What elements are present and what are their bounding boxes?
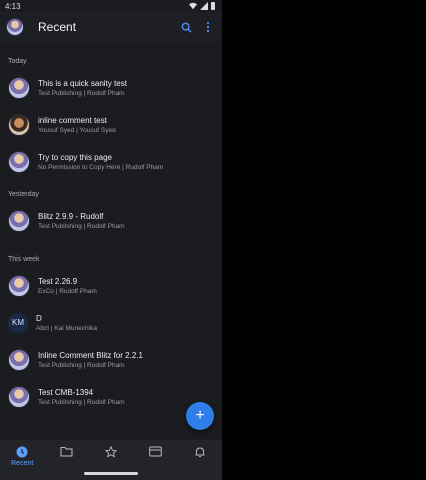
item-title: This is a quick sanity test — [38, 78, 127, 88]
home-indicator[interactable] — [84, 472, 138, 475]
tab-recent[interactable]: Recent — [2, 446, 42, 467]
clock-icon — [16, 446, 28, 458]
avatar — [8, 348, 30, 371]
avatar — [8, 385, 30, 408]
item-subtitle: Test Publishing | Rudolf Pham — [38, 89, 125, 97]
item-title: inline comment test — [38, 115, 107, 125]
bell-icon — [195, 447, 205, 457]
section-header-this-week: This week — [8, 256, 40, 263]
star-icon — [104, 446, 117, 458]
status-icons — [189, 2, 215, 10]
tab-spaces[interactable] — [47, 446, 87, 457]
card-icon — [149, 446, 162, 457]
item-title: Inline Comment Blitz for 2.2.1 — [38, 350, 143, 360]
item-subtitle: Test Publishing | Rudolf Pham — [38, 361, 125, 369]
item-title: D — [36, 313, 42, 323]
wifi-icon — [189, 2, 197, 10]
item-title: Blitz 2.9.9 - Rudolf — [38, 211, 104, 221]
folder-icon — [60, 447, 73, 457]
list-item[interactable]: Try to copy this page No Permission to C… — [0, 143, 222, 180]
cell-signal-icon — [200, 2, 208, 10]
avatar — [8, 209, 30, 232]
battery-icon — [211, 2, 215, 10]
create-fab-button[interactable]: + — [186, 402, 214, 430]
item-title: Try to copy this page — [38, 152, 112, 162]
more-vert-icon — [206, 21, 210, 33]
item-subtitle: No Permission to Copy Here | Rudolf Pham — [38, 163, 164, 171]
list-item[interactable]: Test 2.26.9 ExCo | Rudolf Pham — [0, 267, 222, 304]
search-icon — [181, 22, 192, 33]
list-item[interactable]: This is a quick sanity test Test Publish… — [0, 69, 222, 106]
app-screen: 4:13 Recent Today This is a quick sanity… — [0, 0, 222, 480]
list-item[interactable]: Inline Comment Blitz for 2.2.1 Test Publ… — [0, 341, 222, 378]
item-subtitle: Yousuf Syed | Yousuf Syed — [38, 126, 116, 134]
profile-avatar[interactable] — [6, 18, 24, 36]
more-options-button[interactable] — [200, 19, 216, 35]
plus-icon: + — [195, 407, 205, 424]
item-title: Test 2.26.9 — [38, 276, 78, 286]
search-button[interactable] — [178, 19, 194, 35]
status-time: 4:13 — [5, 1, 21, 11]
item-subtitle: Test Publishing | Rudolf Pham — [38, 398, 125, 406]
avatar — [8, 150, 30, 173]
tab-cards[interactable] — [135, 446, 175, 457]
item-subtitle: Test Publishing | Rudolf Pham — [38, 222, 125, 230]
section-header-yesterday: Yesterday — [8, 191, 39, 198]
status-bar: 4:13 — [0, 0, 222, 12]
avatar — [8, 76, 30, 99]
avatar — [8, 113, 30, 136]
app-bar: Recent — [0, 12, 222, 42]
avatar — [8, 274, 30, 297]
item-subtitle: Abct | Kai Munechika — [36, 324, 97, 332]
list-item[interactable]: KM D Abct | Kai Munechika — [0, 304, 222, 341]
list-item[interactable]: Blitz 2.9.9 - Rudolf Test Publishing | R… — [0, 202, 222, 239]
list-item[interactable]: inline comment test Yousuf Syed | Yousuf… — [0, 106, 222, 143]
page-title: Recent — [38, 20, 77, 34]
item-subtitle: ExCo | Rudolf Pham — [38, 287, 97, 295]
section-header-today: Today — [8, 58, 27, 65]
tab-saved[interactable] — [91, 446, 131, 458]
item-title: Test CMB-1394 — [38, 387, 94, 397]
tab-recent-label: Recent — [11, 460, 34, 467]
tab-notifications[interactable] — [180, 446, 220, 458]
avatar-initials: KM — [8, 312, 28, 333]
